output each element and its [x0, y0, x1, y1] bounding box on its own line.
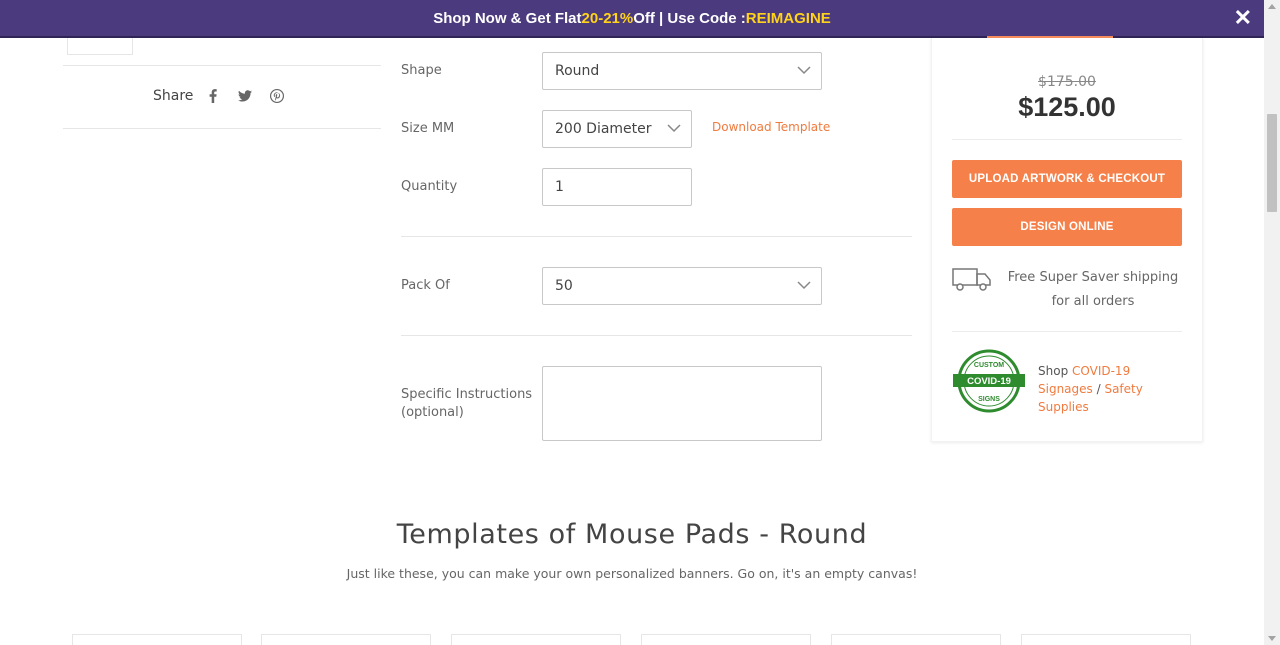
twitter-icon[interactable] [237, 88, 253, 104]
quantity-label: Quantity [401, 179, 458, 194]
old-price: $175.00 [1038, 74, 1096, 90]
quantity-value: 1 [555, 179, 564, 195]
template-card[interactable] [831, 634, 1001, 645]
current-price: $125.00 [1018, 92, 1116, 122]
pack-of-label: Pack Of [401, 278, 450, 293]
pinterest-icon[interactable] [269, 88, 285, 104]
shape-label: Shape [401, 63, 442, 78]
share-row: Share [153, 88, 301, 104]
card-top-accent [987, 36, 1113, 38]
product-thumbnail-stub[interactable] [67, 38, 133, 55]
promo-discount: 20-21% [581, 9, 634, 27]
chevron-down-icon [797, 66, 811, 75]
divider [401, 236, 912, 237]
size-label: Size MM [401, 121, 455, 136]
share-label: Share [153, 88, 194, 104]
shape-value: Round [555, 63, 600, 79]
upload-artwork-checkout-button[interactable]: UPLOAD ARTWORK & CHECKOUT [952, 160, 1182, 198]
quantity-input[interactable]: 1 [542, 168, 692, 206]
scroll-down-arrow-icon[interactable] [1268, 636, 1276, 641]
chevron-down-icon [797, 281, 811, 290]
chevron-down-icon [667, 124, 681, 133]
divider [63, 128, 381, 129]
covid-signs-badge-icon[interactable]: COVID-19 CUSTOM SIGNS [952, 349, 1026, 413]
scroll-up-arrow-icon[interactable] [1268, 4, 1276, 9]
badge-top-text: CUSTOM [974, 362, 1004, 369]
template-card[interactable] [1021, 634, 1191, 645]
promo-text-middle: Off | Use Code : [633, 9, 746, 27]
promo-banner: Shop Now & Get Flat 20-21% Off | Use Cod… [0, 0, 1264, 38]
page-scrollbar[interactable] [1264, 0, 1280, 645]
badge-bottom-text: SIGNS [978, 396, 1000, 403]
instructions-label: Specific Instructions (optional) [401, 386, 532, 422]
promo-code: REIMAGINE [745, 9, 831, 27]
covid-promo: COVID-19 CUSTOM SIGNS Shop COVID-19 Sign… [952, 349, 1184, 415]
covid-promo-text: Shop COVID-19 Signages / Safety Supplies [1038, 362, 1188, 416]
covid-prefix: Shop [1038, 364, 1072, 378]
truck-icon [952, 268, 991, 291]
divider [952, 331, 1182, 332]
size-select[interactable]: 200 Diameter [542, 110, 692, 148]
pack-of-select[interactable]: 50 [542, 267, 822, 305]
template-card[interactable] [451, 634, 621, 645]
download-template-link[interactable]: Download Template [712, 120, 830, 134]
design-online-button[interactable]: DESIGN ONLINE [952, 208, 1182, 246]
templates-subtitle: Just like these, you can make your own p… [346, 566, 918, 581]
shape-select[interactable]: Round [542, 52, 822, 90]
instructions-label-line1: Specific Instructions [401, 387, 533, 402]
divider [401, 335, 912, 336]
size-value: 200 Diameter [555, 121, 652, 137]
template-card[interactable] [72, 634, 242, 645]
pack-of-value: 50 [555, 278, 573, 294]
instructions-label-line2: (optional) [401, 405, 464, 420]
badge-middle-text: COVID-19 [967, 376, 1011, 387]
template-card[interactable] [261, 634, 431, 645]
shipping-info: Free Super Saver shipping for all orders [952, 266, 1184, 314]
template-card[interactable] [641, 634, 811, 645]
price-card: $175.00 $125.00 UPLOAD ARTWORK & CHECKOU… [931, 36, 1203, 442]
instructions-textarea[interactable] [542, 366, 822, 441]
close-icon[interactable]: ✕ [1234, 7, 1252, 29]
divider [63, 65, 381, 66]
promo-text-before: Shop Now & Get Flat [433, 9, 582, 27]
templates-title: Templates of Mouse Pads - Round [396, 519, 868, 550]
scrollbar-thumb[interactable] [1267, 114, 1277, 212]
facebook-icon[interactable] [205, 88, 221, 104]
divider [952, 139, 1182, 140]
covid-separator: / [1092, 382, 1105, 396]
